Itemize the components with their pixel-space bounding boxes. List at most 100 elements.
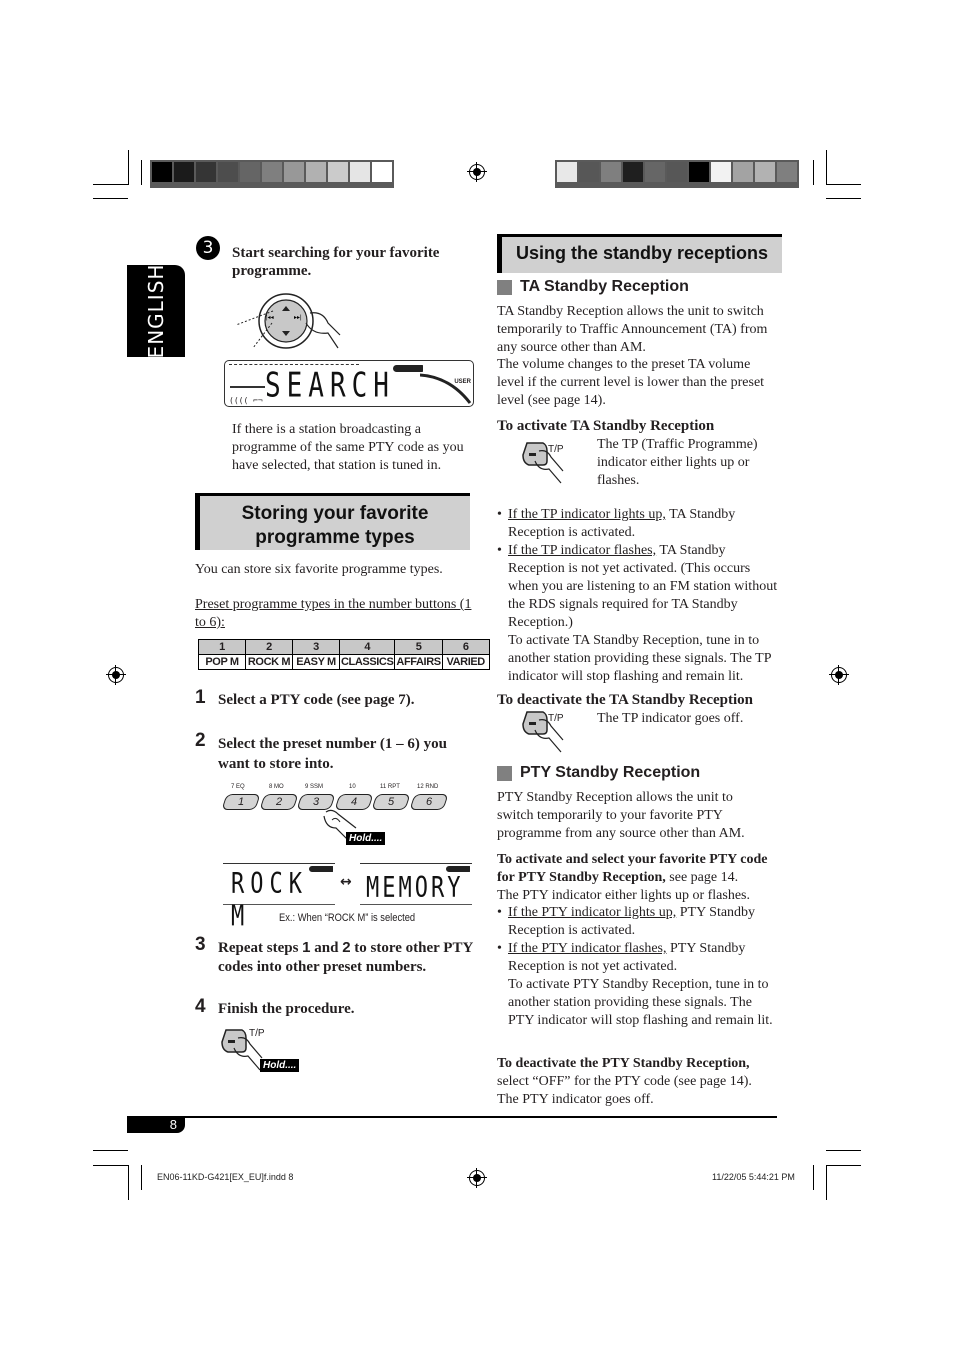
ta-bullet-list: If the TP indicator lights up, TA Standb… [497,506,779,686]
pty-bullet-item: If the PTY indicator flashes, PTY Standb… [497,940,779,1030]
color-swatch [306,162,326,182]
ta-intro-2: The volume changes to the preset TA volu… [497,357,765,408]
crop-mark [826,1150,861,1151]
hold-label: Hold.... [260,1059,300,1072]
pty-deactivate-rest: select “OFF” for the PTY code (see page … [497,1074,752,1089]
crop-mark [141,1165,142,1190]
color-swatch [240,162,260,182]
preset-type: POP M [198,654,246,670]
ta-deactivate-description: The TP indicator goes off. [597,711,744,726]
storing-intro: You can store six favorite programme typ… [195,562,443,577]
step-number: 2 [195,730,206,751]
registration-mark-icon [467,162,487,182]
bullet-condition: If the TP indicator lights up, [508,507,666,522]
standby-section-heading: Using the standby receptions [497,234,782,273]
lcd-rds-indicator-icon [393,365,423,372]
preset-button-5: 5 [371,794,411,810]
color-swatch [579,162,599,182]
lcd-search-text: SEARCH [265,366,395,406]
alternating-arrow-icon: ↔ [340,874,352,890]
pty-standby-title: PTY Standby Reception [520,764,701,781]
lcd-level-meter: (((( ⌐¬ [229,396,263,405]
pty-deactivate-paragraph: To deactivate the PTY Standby Reception,… [497,1055,779,1109]
color-swatch [755,162,775,182]
step-4-text: Finish the procedure. [218,1001,355,1017]
crop-mark [813,1165,814,1190]
preset-number: 6 [441,639,490,655]
color-swatch [152,162,172,182]
svg-text:▸▸|: ▸▸| [294,315,302,321]
preset-button-sublabel: 7 EQ [231,784,245,790]
crop-mark [93,1150,128,1151]
pty-activate-rest: see page 14. [665,870,739,885]
preset-type: AFFAIRS [394,654,443,670]
tp-label: T/P [249,1028,265,1039]
step-text: Repeat steps [218,940,303,956]
preset-type: CLASSICS [338,654,396,670]
pty-activate-paragraph: To activate and select your favorite PTY… [497,851,779,887]
color-calibration-bar-left [150,160,394,188]
crop-mark [826,1165,861,1166]
svg-text:|◂◂: |◂◂ [266,315,274,321]
preset-button-2: 2 [259,794,299,810]
crop-mark [93,198,128,199]
step-number: 4 [195,996,206,1017]
bullet-extra-text: To activate TA Standby Reception, tune i… [508,633,771,684]
color-swatch [218,162,238,182]
preset-caption: Preset programme types in the number but… [195,597,472,630]
ta-standby-title: TA Standby Reception [520,278,689,295]
preset-number: 1 [198,639,246,655]
bullet-extra-text: To activate PTY Standby Reception, tune … [508,977,773,1028]
crop-mark [128,150,129,185]
color-swatch [689,162,709,182]
preset-type: VARIED [441,654,490,670]
crop-mark [826,198,861,199]
color-swatch [667,162,687,182]
color-swatch [284,162,304,182]
crop-mark [826,184,861,185]
step-number: 1 [195,687,206,708]
lcd-swoosh-icon [420,373,472,404]
lcd-memory-text: MEMORY [366,872,464,905]
step-number: 3 [195,934,206,955]
step-ref: 1 [302,939,311,956]
registration-mark-icon [829,665,849,685]
preset-button-sublabel: 12 RND [417,784,439,790]
print-timestamp: 11/22/05 5:44:21 PM [712,1172,795,1182]
color-swatch [328,162,348,182]
preset-number: 3 [292,639,340,655]
preset-number: 2 [245,639,293,655]
lcd-display-rock-m: ROCK M [223,863,335,934]
preset-button-label: 2 [275,796,283,808]
crop-mark [826,1165,827,1200]
footer-rule [127,1116,777,1118]
preset-button-label: 5 [387,796,395,808]
preset-button-sublabel: 8 MO [269,784,284,790]
step-2-text: Select the preset number (1 – 6) you wan… [218,736,447,772]
color-calibration-bar-right [555,160,799,188]
registration-mark-icon [106,665,126,685]
pty-bullet-item: If the PTY indicator lights up, PTY Stan… [497,904,779,940]
lcd-display-search: (((( ⌐¬ SEARCH USER [224,360,474,407]
color-swatch [645,162,665,182]
crop-mark [93,184,128,185]
preset-type: EASY M [292,654,340,670]
hold-label: Hold.... [346,832,386,845]
storing-section-heading: Storing your favorite programme types [195,493,470,550]
ta-activate-description: The TP (Traffic Programme) indicator eit… [597,437,758,488]
example-caption: Ex.: When “ROCK M” is selected [279,912,416,924]
ta-bullet-item: If the TP indicator lights up, TA Standb… [497,506,779,542]
crop-mark [141,160,142,185]
pty-indicator-line: The PTY indicator either lights up or fl… [497,888,750,903]
preset-button-sublabel: 11 RPT [380,784,400,790]
section-square-icon [497,765,512,781]
crop-mark [93,1165,128,1166]
crop-mark [813,160,814,185]
step-ref: 2 [342,939,351,956]
pty-deactivate-bold: To deactivate the PTY Standby Reception, [497,1056,750,1071]
pty-bullet-list: If the PTY indicator lights up, PTY Stan… [497,904,779,1030]
registration-mark-icon [467,1168,487,1188]
step-3-repeat-text: Repeat steps 1 and 2 to store other PTY … [218,938,476,977]
ta-deactivate-title: To deactivate the TA Standby Reception [497,692,753,708]
preset-button-6: 6 [409,794,449,810]
